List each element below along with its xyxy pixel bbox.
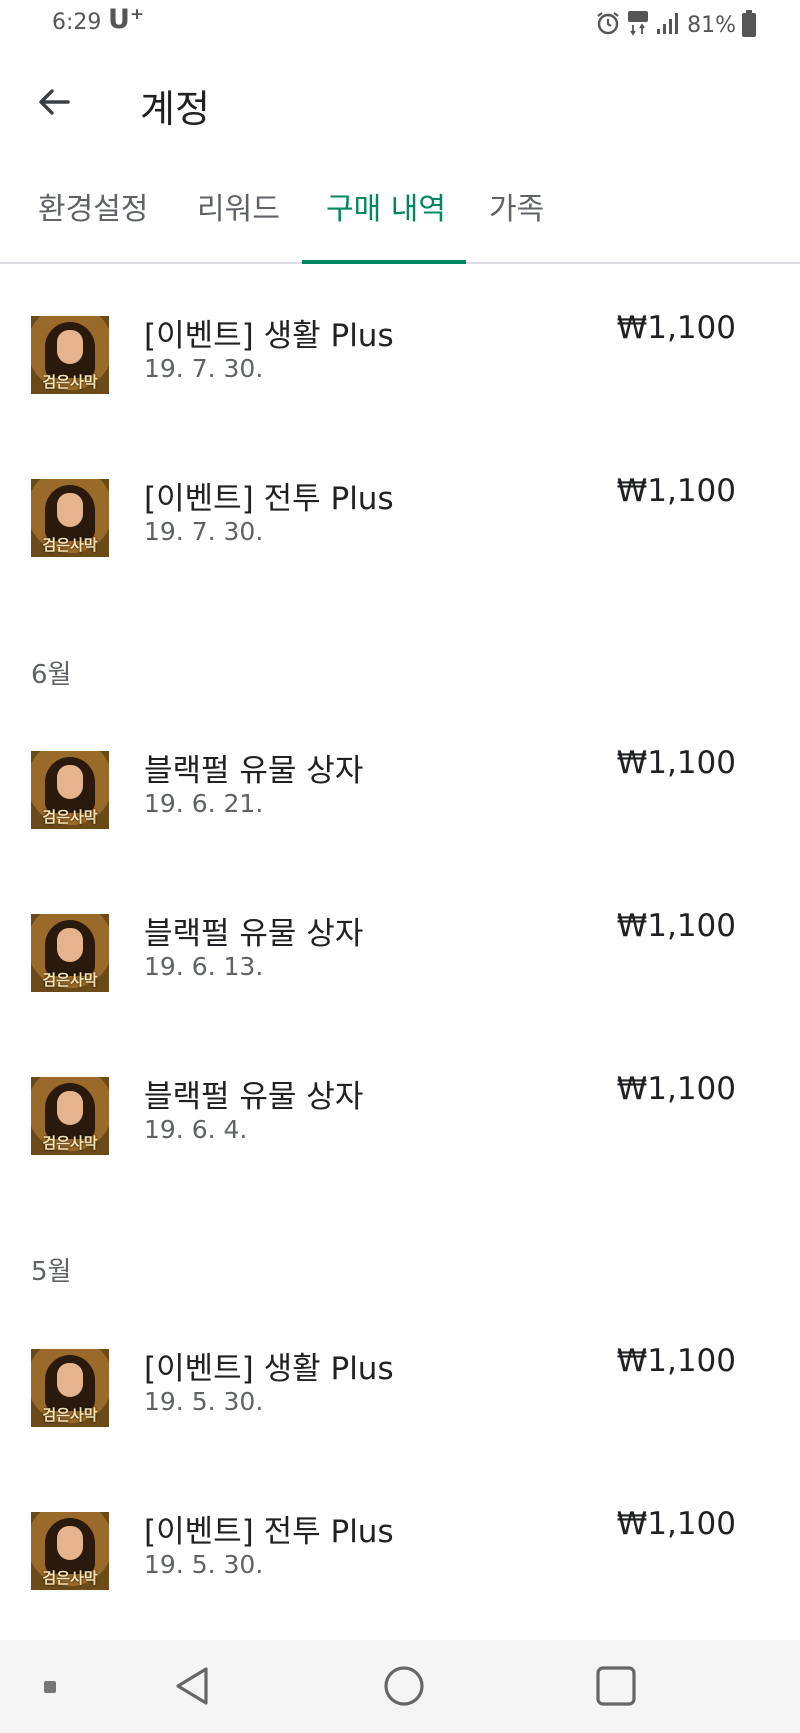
tab-family[interactable]: 가족 bbox=[489, 184, 544, 262]
home-circle-icon bbox=[382, 1664, 426, 1712]
purchase-title: 블랙펄 유물 상자 bbox=[144, 1079, 364, 1115]
carrier-label: U⁺ bbox=[108, 4, 145, 35]
status-time: 6:29 bbox=[52, 10, 102, 35]
section-header-may: 5월 bbox=[31, 1257, 72, 1287]
back-triangle-icon bbox=[170, 1664, 214, 1712]
purchase-price: ₩1,100 bbox=[616, 908, 736, 944]
alarm-icon bbox=[595, 10, 621, 40]
purchase-item[interactable]: 검은사막 [이벤트] 전투 Plus 19. 5. 30. ₩1,100 bbox=[0, 1506, 800, 1632]
app-icon: 검은사막 bbox=[31, 479, 109, 557]
lte-icon bbox=[627, 10, 649, 40]
app-icon: 검은사막 bbox=[31, 1077, 109, 1155]
app-icon: 검은사막 bbox=[31, 1349, 109, 1427]
dot-icon bbox=[43, 1679, 57, 1698]
tab-rewards[interactable]: 리워드 bbox=[197, 184, 280, 262]
tab-bar: 환경설정 리워드 구매 내역 가족 bbox=[0, 172, 800, 264]
purchase-date: 19. 6. 4. bbox=[144, 1115, 248, 1144]
page-title: 계정 bbox=[140, 87, 210, 131]
battery-percent: 81% bbox=[687, 12, 736, 38]
purchase-item[interactable]: 검은사막 [이벤트] 생활 Plus 19. 5. 30. ₩1,100 bbox=[0, 1343, 800, 1469]
purchase-item[interactable]: 검은사막 [이벤트] 생활 Plus 19. 7. 30. ₩1,100 bbox=[0, 310, 800, 436]
purchase-date: 19. 6. 13. bbox=[144, 952, 264, 981]
navigation-bar bbox=[0, 1640, 800, 1733]
purchase-title: [이벤트] 생활 Plus bbox=[144, 1351, 394, 1387]
battery-icon bbox=[742, 10, 756, 37]
status-bar: 6:29 U⁺ 81% bbox=[0, 0, 800, 50]
purchase-price: ₩1,100 bbox=[616, 473, 736, 509]
purchase-item[interactable]: 검은사막 [이벤트] 전투 Plus 19. 7. 30. ₩1,100 bbox=[0, 473, 800, 599]
purchase-item[interactable]: 검은사막 블랙펄 유물 상자 19. 6. 13. ₩1,100 bbox=[0, 908, 800, 1034]
status-icons: 81% bbox=[595, 10, 756, 40]
nav-dot-button[interactable] bbox=[22, 1660, 78, 1716]
app-icon: 검은사막 bbox=[31, 1512, 109, 1590]
purchase-price: ₩1,100 bbox=[616, 745, 736, 781]
purchase-title: 블랙펄 유물 상자 bbox=[144, 916, 364, 952]
active-tab-indicator bbox=[302, 260, 466, 264]
purchase-title: 블랙펄 유물 상자 bbox=[144, 753, 364, 789]
back-button[interactable] bbox=[30, 80, 78, 128]
signal-icon bbox=[655, 11, 681, 39]
app-icon: 검은사막 bbox=[31, 316, 109, 394]
purchase-date: 19. 7. 30. bbox=[144, 517, 264, 546]
app-icon: 검은사막 bbox=[31, 751, 109, 829]
nav-recents-button[interactable] bbox=[588, 1660, 644, 1716]
app-icon: 검은사막 bbox=[31, 914, 109, 992]
app-bar: 계정 bbox=[0, 58, 800, 150]
purchase-date: 19. 5. 30. bbox=[144, 1387, 264, 1416]
purchase-price: ₩1,100 bbox=[616, 1506, 736, 1542]
nav-home-button[interactable] bbox=[376, 1660, 432, 1716]
purchase-price: ₩1,100 bbox=[616, 1343, 736, 1379]
recents-square-icon bbox=[594, 1664, 638, 1712]
tab-settings[interactable]: 환경설정 bbox=[38, 184, 148, 262]
section-header-june: 6월 bbox=[31, 660, 72, 690]
purchase-date: 19. 5. 30. bbox=[144, 1550, 264, 1579]
tab-purchase-history[interactable]: 구매 내역 bbox=[326, 184, 446, 262]
purchase-item[interactable]: 검은사막 블랙펄 유물 상자 19. 6. 21. ₩1,100 bbox=[0, 745, 800, 871]
purchase-title: [이벤트] 생활 Plus bbox=[144, 318, 394, 354]
arrow-left-icon bbox=[36, 84, 72, 124]
purchase-date: 19. 7. 30. bbox=[144, 354, 264, 383]
nav-back-button[interactable] bbox=[164, 1660, 220, 1716]
purchase-title: [이벤트] 전투 Plus bbox=[144, 1514, 394, 1550]
purchase-item[interactable]: 검은사막 블랙펄 유물 상자 19. 6. 4. ₩1,100 bbox=[0, 1071, 800, 1197]
purchase-price: ₩1,100 bbox=[616, 310, 736, 346]
purchase-price: ₩1,100 bbox=[616, 1071, 736, 1107]
purchase-date: 19. 6. 21. bbox=[144, 789, 264, 818]
purchase-title: [이벤트] 전투 Plus bbox=[144, 481, 394, 517]
